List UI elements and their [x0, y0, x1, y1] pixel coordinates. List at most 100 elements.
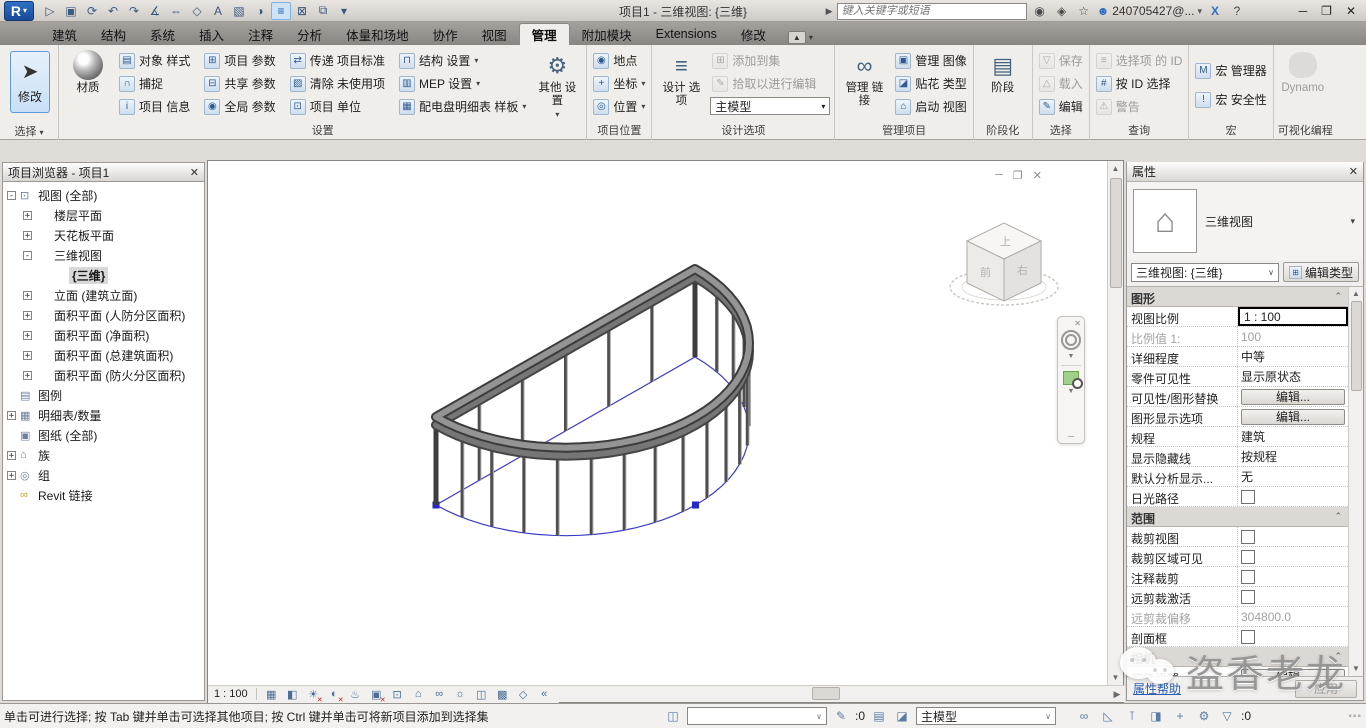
text-icon[interactable]: A [208, 2, 228, 20]
ribbon-button[interactable]: ! 宏 安全性 [1193, 88, 1268, 111]
background-processes-icon[interactable]: ⚙ [1195, 707, 1213, 725]
tree-item[interactable]: 天花板平面 [7, 225, 204, 245]
ribbon-tab[interactable]: 结构 [89, 23, 138, 45]
active-design-option-select[interactable]: 主模型 ▾ [710, 97, 830, 115]
ribbon-tab[interactable]: 协作 [421, 23, 470, 45]
chevron-down-icon[interactable]: ▼ [1068, 388, 1075, 395]
model-viewport[interactable]: ─ ❐ ✕ 上 前 右 ✕ ▼ ▼ [208, 161, 1107, 685]
application-menu-button[interactable]: R▾ [4, 1, 34, 21]
view-restore-button[interactable]: ❐ [1013, 169, 1023, 182]
tree-item[interactable]: 视图 (全部) [7, 185, 204, 205]
ribbon-button[interactable]: ⚠ 警告 [1094, 95, 1185, 118]
ribbon-tab[interactable]: Extensions [644, 23, 729, 45]
scrollbar-thumb[interactable] [1110, 178, 1122, 288]
additional-settings-button[interactable]: ⚙ 其他 设置 ▾ [532, 47, 582, 121]
horizontal-scrollbar[interactable]: ▶ [559, 686, 1125, 703]
tree-toggle-icon[interactable] [23, 371, 32, 380]
minimize-button[interactable]: ─ [1299, 4, 1308, 18]
select-pinned-elements-toggle-icon[interactable]: ⊺ [1123, 707, 1141, 725]
ribbon-tab[interactable]: 插入 [187, 23, 236, 45]
ribbon-button[interactable]: ◎ 位置 ▾ [591, 95, 647, 118]
ribbon-button[interactable]: ◉ 地点 [591, 49, 647, 72]
tree-item[interactable]: 面积平面 (防火分区面积) [7, 365, 204, 385]
ribbon-tab[interactable]: 管理 [519, 23, 570, 45]
apply-button[interactable]: 应用 [1295, 680, 1357, 698]
tree-toggle-icon[interactable] [7, 411, 16, 420]
instance-selector[interactable]: 三维视图: {三维} ∨ [1131, 263, 1279, 282]
ribbon-button[interactable]: ▥ MEP 设置 ▾ [397, 72, 528, 95]
select-underlay-elements-toggle-icon[interactable]: ◺ [1099, 707, 1117, 725]
thin-lines-icon[interactable]: ≡ [271, 2, 291, 20]
search-icon[interactable]: ◉ [1031, 2, 1049, 20]
ribbon-tab[interactable]: 建筑 [40, 23, 89, 45]
tree-item[interactable]: 组 [7, 465, 204, 485]
crop-view-icon[interactable]: ▣ [368, 687, 385, 702]
select-elements-by-face-toggle-icon[interactable]: ◨ [1147, 707, 1165, 725]
ribbon-tab[interactable]: 系统 [138, 23, 187, 45]
filter-icon[interactable]: ▽ [1218, 707, 1236, 725]
detail-level-icon[interactable]: ▦ [263, 687, 280, 702]
ribbon-button[interactable]: ⊟ 共享 参数 [202, 72, 277, 95]
tree-item[interactable]: {三维} [7, 265, 204, 285]
properties-scrollbar[interactable]: ▲ ▼ [1348, 287, 1363, 676]
navbar-close-icon[interactable]: ✕ [1074, 319, 1081, 328]
manage-links-button[interactable]: ∞ 管理 链接 [839, 47, 889, 108]
ribbon-button[interactable]: i 项目 信息 [117, 95, 192, 118]
ribbon-button[interactable]: ✎ 拾取以进行编辑 [710, 72, 830, 95]
help-icon[interactable]: ? [1228, 2, 1246, 20]
tree-toggle-icon[interactable] [23, 311, 32, 320]
aligned-dimension-icon[interactable]: ⇔ [166, 2, 186, 20]
ribbon-button[interactable]: ∩ 捕捉 [117, 72, 192, 95]
section-collapse-icon[interactable]: ⌃ [1334, 647, 1348, 666]
drag-elements-on-selection-toggle-icon[interactable]: + [1171, 707, 1189, 725]
ribbon-button[interactable]: △ 载入 [1037, 72, 1085, 95]
ribbon-button[interactable]: ◪ 贴花 类型 [893, 72, 968, 95]
close-icon[interactable]: ✕ [1349, 165, 1358, 178]
close-hidden-windows-icon[interactable]: ⊠ [292, 2, 312, 20]
worksharing-display-icon[interactable]: ▩ [494, 687, 511, 702]
ribbon-button[interactable]: ✎ 编辑 [1037, 95, 1085, 118]
reveal-hidden-elements-icon[interactable]: ☼ [452, 687, 469, 702]
tree-toggle-icon[interactable] [23, 231, 32, 240]
view-minimize-button[interactable]: ─ [995, 169, 1003, 182]
sync-with-central-icon[interactable]: ⟳ [82, 2, 102, 20]
scrollbar-thumb[interactable] [812, 687, 840, 700]
editable-only-icon[interactable]: ✎ [832, 707, 850, 725]
select-links-toggle-icon[interactable]: ∞ [1075, 707, 1093, 725]
ribbon-button[interactable]: ⊡ 项目 单位 [288, 95, 387, 118]
worksets-select[interactable]: ∨ [687, 707, 827, 725]
infocenter-collapse-icon[interactable]: ▶ [826, 6, 833, 17]
section-collapse-icon[interactable]: ⌃ [1334, 507, 1348, 526]
tree-toggle-icon[interactable] [23, 211, 32, 220]
tree-item[interactable]: 图例 [7, 385, 204, 405]
editing-requests-icon[interactable]: ▤ [870, 707, 888, 725]
temporary-view-properties-icon[interactable]: ◫ [473, 687, 490, 702]
select-panel-label[interactable]: 选择 [14, 125, 36, 140]
type-selector[interactable]: ⌂ 三维视图 ▾ [1127, 182, 1363, 260]
tree-item[interactable]: 图纸 (全部) [7, 425, 204, 445]
ribbon-button[interactable]: ▨ 清除 未使用项 [288, 72, 387, 95]
ribbon-button[interactable]: ◉ 全局 参数 [202, 95, 277, 118]
default-3d-view-icon[interactable]: ▧ [229, 2, 249, 20]
edit-type-button[interactable]: ⊞ 编辑类型 [1283, 262, 1359, 282]
ribbon-tab[interactable]: 注释 [236, 23, 285, 45]
ribbon-button[interactable]: ⊞ 添加到集 [710, 49, 830, 72]
ribbon-tab[interactable]: 体量和场地 [334, 23, 421, 45]
ribbon-tab[interactable]: 视图 [470, 23, 519, 45]
section-icon[interactable]: ◑ [250, 2, 270, 20]
unlocked-3d-view-icon[interactable]: ⌂ [410, 687, 427, 702]
ribbon-button[interactable]: ▦ 配电盘明细表 样板 ▾ [397, 95, 528, 118]
view-cube[interactable]: 上 前 右 [947, 211, 1067, 321]
communication-center-icon[interactable]: ◈ [1053, 2, 1071, 20]
scroll-up-icon[interactable]: ▲ [1112, 161, 1120, 176]
save-icon[interactable]: ▣ [61, 2, 81, 20]
steering-wheel-icon[interactable] [1061, 330, 1081, 350]
show-crop-region-icon[interactable]: ⊡ [389, 687, 406, 702]
scroll-down-icon[interactable]: ▼ [1352, 662, 1360, 676]
tree-item[interactable]: 立面 (建筑立面) [7, 285, 204, 305]
visual-style-icon[interactable]: ◧ [284, 687, 301, 702]
tag-by-category-icon[interactable]: ◇ [187, 2, 207, 20]
ribbon-tab[interactable]: 附加模块 [570, 23, 644, 45]
vertical-scrollbar[interactable]: ▲ ▼ [1107, 161, 1123, 685]
customize-qat-icon[interactable]: ▾ [334, 2, 354, 20]
